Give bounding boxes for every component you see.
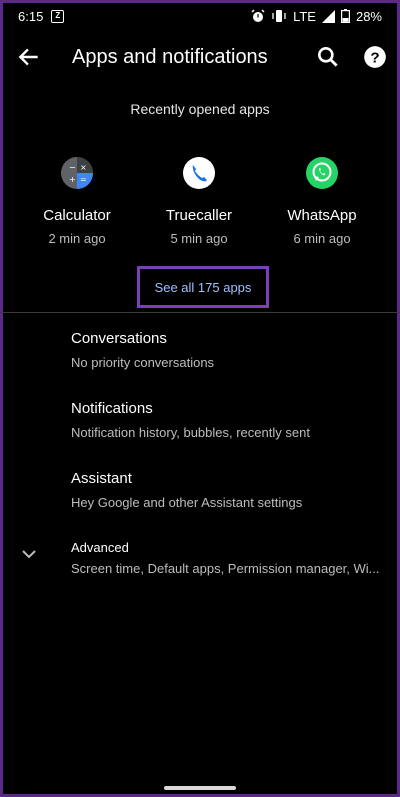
see-all-apps-button[interactable]: See all 175 apps: [137, 266, 269, 308]
screenshot-frame: [0, 0, 400, 797]
calculator-icon: − × + =: [61, 157, 93, 189]
help-icon[interactable]: ?: [362, 44, 388, 70]
app-name: WhatsApp: [287, 207, 357, 224]
svg-text:×: ×: [80, 163, 87, 172]
truecaller-icon: [183, 157, 215, 189]
settings-item-advanced[interactable]: Advanced Screen time, Default apps, Perm…: [71, 540, 391, 576]
back-arrow-icon[interactable]: [16, 44, 42, 70]
home-indicator[interactable]: [164, 786, 236, 790]
battery-level: 28%: [355, 8, 382, 24]
item-subtitle: Hey Google and other Assistant settings: [71, 495, 303, 510]
search-icon[interactable]: [315, 44, 341, 70]
item-subtitle: No priority conversations: [71, 355, 215, 370]
recent-app-whatsapp[interactable]: WhatsApp 6 min ago: [262, 152, 382, 246]
app-time: 5 min ago: [170, 231, 228, 246]
svg-text:=: =: [80, 175, 87, 184]
vibrate-icon: [272, 10, 286, 22]
divider: [0, 312, 400, 313]
settings-item-notifications[interactable]: Notifications Notification history, bubb…: [71, 400, 391, 440]
signal-icon: [321, 9, 335, 23]
alarm-icon: [251, 9, 265, 22]
item-title: Notifications: [71, 400, 153, 417]
app-time: 2 min ago: [48, 231, 106, 246]
item-title: Conversations: [71, 330, 167, 347]
item-subtitle: Notification history, bubbles, recently …: [71, 425, 310, 440]
status-time: 6:15: [18, 8, 44, 24]
recent-apps-row: − × + = Calculator 2 min ago Truecaller …: [0, 152, 400, 252]
app-name: Truecaller: [165, 207, 233, 224]
settings-item-assistant[interactable]: Assistant Hey Google and other Assistant…: [71, 470, 391, 510]
status-bar: 6:15 Z LTE 28%: [0, 0, 400, 32]
whatsapp-icon: [306, 157, 338, 189]
battery-icon: [340, 9, 350, 23]
app-name: Calculator: [43, 207, 111, 224]
item-title: Assistant: [71, 470, 132, 487]
page-title: Apps and notifications: [72, 46, 268, 68]
item-title: Advanced: [71, 540, 129, 555]
chevron-down-icon[interactable]: [20, 545, 38, 563]
svg-text:+: +: [69, 175, 76, 184]
network-type: LTE: [293, 8, 316, 24]
app-bar: Apps and notifications ?: [0, 34, 400, 80]
screenshot-icon: Z: [51, 9, 65, 23]
item-subtitle: Screen time, Default apps, Permission ma…: [71, 561, 380, 576]
app-time: 6 min ago: [293, 231, 351, 246]
recent-app-truecaller[interactable]: Truecaller 5 min ago: [139, 152, 259, 246]
recent-app-calculator[interactable]: − × + = Calculator 2 min ago: [17, 152, 137, 246]
svg-text:?: ?: [370, 49, 379, 66]
svg-text:−: −: [69, 163, 76, 172]
settings-item-conversations[interactable]: Conversations No priority conversations: [71, 330, 391, 370]
recent-apps-heading: Recently opened apps: [130, 101, 270, 117]
